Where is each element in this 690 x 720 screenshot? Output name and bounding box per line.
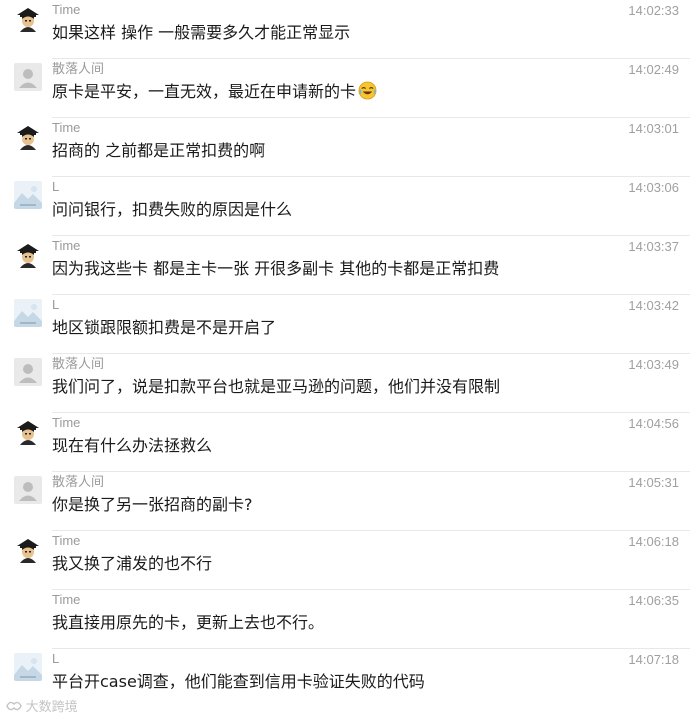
sender-name: Time	[52, 415, 81, 430]
chat-message[interactable]: Time 14:06:35 我直接用原先的卡，更新上去也不行。	[0, 590, 690, 649]
landscape-avatar-icon[interactable]	[14, 181, 42, 209]
chat-message[interactable]: L 14:03:06 问问银行，扣费失败的原因是什么	[0, 177, 690, 236]
chat-message[interactable]: L 14:03:42 地区锁跟限额扣费是不是开启了	[0, 295, 690, 354]
sender-name: Time	[52, 120, 81, 135]
message-timestamp: 14:02:33	[628, 3, 679, 18]
message-timestamp: 14:05:31	[628, 475, 679, 490]
message-timestamp: 14:07:18	[628, 652, 679, 667]
watermark-text: 大数跨境	[25, 699, 78, 714]
time-avatar-icon[interactable]	[14, 122, 42, 150]
chat-message[interactable]: Time 14:04:56 现在有什么办法拯救么	[0, 413, 690, 472]
laughing-crying-emoji-icon	[358, 81, 377, 100]
sender-name: Time	[52, 533, 81, 548]
chat-message[interactable]: Time 14:03:37 因为我这些卡 都是主卡一张 开很多副卡 其他的卡都是…	[0, 236, 690, 295]
sender-name: L	[52, 179, 60, 194]
sender-name: Time	[52, 2, 81, 17]
message-text: 问问银行，扣费失败的原因是什么	[52, 200, 293, 219]
message-timestamp: 14:03:37	[628, 239, 679, 254]
sender-name: 散落人间	[52, 474, 105, 489]
default-user-avatar-icon[interactable]	[14, 476, 42, 504]
chat-message[interactable]: Time 14:03:01 招商的 之前都是正常扣费的啊	[0, 118, 690, 177]
chat-message[interactable]: 散落人间 14:05:31 你是换了另一张招商的副卡?	[0, 472, 690, 531]
time-avatar-icon[interactable]	[14, 417, 42, 445]
chat-message[interactable]: 散落人间 14:02:49 原卡是平安，一直无效，最近在申请新的卡	[0, 59, 690, 118]
message-timestamp: 14:04:56	[628, 416, 679, 431]
watermark-logo-icon	[6, 699, 22, 713]
time-avatar-icon[interactable]	[14, 535, 42, 563]
watermark: 大数跨境	[6, 696, 78, 715]
sender-name: L	[52, 297, 60, 312]
message-text: 如果这样 操作 一般需要多久才能正常显示	[52, 23, 351, 42]
landscape-avatar-icon[interactable]	[14, 299, 42, 327]
message-timestamp: 14:03:06	[628, 180, 679, 195]
sender-name: 散落人间	[52, 356, 105, 371]
message-timestamp: 14:02:49	[628, 62, 679, 77]
message-text-line: 原卡是平安，一直无效，最近在申请新的卡	[52, 81, 377, 103]
chat-message[interactable]: Time 14:02:33 如果这样 操作 一般需要多久才能正常显示	[0, 0, 690, 59]
sender-name: L	[52, 651, 60, 666]
chat-history: Time 14:02:33 如果这样 操作 一般需要多久才能正常显示 散落人间 …	[0, 0, 690, 720]
default-user-avatar-icon[interactable]	[14, 63, 42, 91]
message-text: 招商的 之前都是正常扣费的啊	[52, 141, 266, 160]
message-timestamp: 14:03:42	[628, 298, 679, 313]
message-text: 我又换了浦发的也不行	[52, 554, 213, 573]
chat-message[interactable]: L 14:07:18 平台开case调查，他们能查到信用卡验证失败的代码	[0, 649, 690, 708]
message-timestamp: 14:03:49	[628, 357, 679, 372]
message-text: 地区锁跟限额扣费是不是开启了	[52, 318, 277, 337]
message-text: 平台开case调查，他们能查到信用卡验证失败的代码	[52, 672, 425, 691]
time-avatar-icon[interactable]	[14, 4, 42, 32]
message-text: 因为我这些卡 都是主卡一张 开很多副卡 其他的卡都是正常扣费	[52, 259, 500, 278]
landscape-avatar-icon[interactable]	[14, 653, 42, 681]
message-timestamp: 14:03:01	[628, 121, 679, 136]
chat-message[interactable]: Time 14:06:18 我又换了浦发的也不行	[0, 531, 690, 590]
chat-message[interactable]: 散落人间 14:03:49 我们问了，说是扣款平台也就是亚马逊的问题，他们并没有…	[0, 354, 690, 413]
message-text: 我们问了，说是扣款平台也就是亚马逊的问题，他们并没有限制	[52, 377, 501, 396]
message-text: 原卡是平安，一直无效，最近在申请新的卡	[52, 82, 357, 101]
message-text: 现在有什么办法拯救么	[52, 436, 213, 455]
message-text: 我直接用原先的卡，更新上去也不行。	[52, 613, 325, 632]
sender-name: Time	[52, 238, 81, 253]
message-timestamp: 14:06:18	[628, 534, 679, 549]
time-avatar-icon[interactable]	[14, 240, 42, 268]
sender-name: Time	[52, 592, 81, 607]
default-user-avatar-icon[interactable]	[14, 358, 42, 386]
message-timestamp: 14:06:35	[628, 593, 679, 608]
sender-name: 散落人间	[52, 61, 105, 76]
message-text: 你是换了另一张招商的副卡?	[52, 495, 253, 514]
